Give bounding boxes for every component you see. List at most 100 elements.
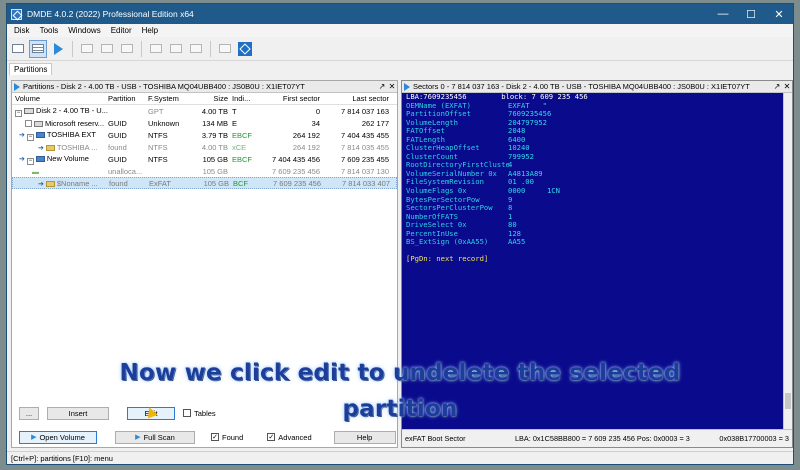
row-indicators: xCE xyxy=(232,142,247,152)
open-volume-button[interactable]: ▶ Open Volume xyxy=(19,430,97,444)
row-last-sector: 7 404 435 455 xyxy=(341,130,389,140)
row-volume: TOSHIBA ... xyxy=(56,142,98,152)
field-row: VolumeLength 204797952 xyxy=(406,118,782,128)
row-partition: GUID xyxy=(108,118,127,128)
tool-button-4[interactable] xyxy=(147,40,165,58)
tool-button-1[interactable] xyxy=(78,40,96,58)
row-volume: Disk 2 - 4.00 TB - U... xyxy=(36,105,108,115)
full-scan-button[interactable]: ▶ Full Scan xyxy=(115,430,195,444)
tutorial-caption-line1: Now we click edit to undelete the select… xyxy=(119,360,681,386)
col-partition[interactable]: Partition xyxy=(108,94,148,103)
row-partition: GUID xyxy=(108,130,127,140)
dmde-logo-icon xyxy=(238,41,252,56)
table-row[interactable]: − Disk 2 - 4.00 TB - U... GPT 4.00 TB T 0… xyxy=(12,105,397,117)
window-title: DMDE 4.0.2 (2022) Professional Edition x… xyxy=(27,9,194,19)
help-button[interactable]: Help xyxy=(333,430,396,444)
row-first-sector: 7 609 235 456 xyxy=(273,178,321,188)
row-volume: Microsoft reserv... xyxy=(45,118,105,128)
row-partition: found xyxy=(108,142,127,152)
arrow-icon: ➔ xyxy=(38,180,44,188)
row-last-sector: 7 814 037 130 xyxy=(341,166,389,176)
col-first-sector[interactable]: First sector xyxy=(262,94,320,103)
found-checkbox-label: Found xyxy=(222,432,244,442)
found-checkbox-box[interactable]: ✓ xyxy=(211,433,219,441)
field-row: BS_ExtSign (0xAA55) AA55 xyxy=(406,238,782,247)
menu-bar: Disk Tools Windows Editor Help xyxy=(7,24,793,37)
row-filesystem: NTFS xyxy=(148,142,168,152)
row-indicators: BCF xyxy=(233,178,248,188)
table-row[interactable]: ➔ − New Volume GUID NTFS 105 GB EBCF 7 404… xyxy=(12,153,397,165)
partitions-panel-title: Partitions - Disk 2 - 4.00 TB - USB - TO… xyxy=(23,82,305,91)
row-size: 4.00 TB xyxy=(201,142,228,152)
sectors-panel-title: Sectors 0 - 7 814 037 163 - Disk 2 - 4.0… xyxy=(413,82,750,91)
col-indicators[interactable]: Indi... xyxy=(228,94,262,103)
open-volume-label: Open Volume xyxy=(39,432,85,442)
maximize-button[interactable]: ☐ xyxy=(737,4,765,24)
row-indicators: T xyxy=(232,106,237,116)
partition-table-header: Volume Partition F.System Size Indi... F… xyxy=(12,93,397,105)
menu-disk[interactable]: Disk xyxy=(9,26,35,35)
volume-icon xyxy=(34,120,43,127)
sector-status-bar: exFAT Boot Sector LBA: 0x1C58BB800 = 7 6… xyxy=(402,429,792,447)
col-size[interactable]: Size xyxy=(193,94,228,103)
toolbar-separator xyxy=(141,40,142,57)
col-filesystem[interactable]: F.System xyxy=(148,94,193,103)
tool-button-2[interactable] xyxy=(98,40,116,58)
table-row[interactable]: ▬ unalloca... 105 GB 7 609 235 456 7 814… xyxy=(12,165,397,177)
lba-position: LBA: 0x1C58BB800 = 7 609 235 456 Pos: 0x… xyxy=(515,434,690,443)
field-row: ClusterHeapOffset 10240 xyxy=(406,144,782,153)
tab-strip: Partitions xyxy=(7,61,793,75)
advanced-checkbox-box[interactable]: ✓ xyxy=(267,433,276,441)
dmde-logo-button[interactable] xyxy=(236,40,254,58)
tool-button-3[interactable] xyxy=(118,40,136,58)
advanced-checkbox-label: Advanced xyxy=(278,432,312,442)
close-panel-icon[interactable]: ✕ xyxy=(782,82,792,91)
table-row[interactable]: ➔ − TOSHIBA EXT GUID NTFS 3.79 TB EBCF 264… xyxy=(12,129,397,141)
tool-button-5[interactable] xyxy=(167,40,185,58)
collapse-icon[interactable]: − xyxy=(26,133,34,141)
play-icon xyxy=(53,42,63,55)
row-filesystem: ExFAT xyxy=(149,178,171,188)
play-icon xyxy=(404,82,410,91)
disk-icon xyxy=(24,107,34,114)
list-icon xyxy=(32,44,44,53)
row-partition: GUID xyxy=(108,154,127,164)
collapse-icon[interactable]: − xyxy=(15,109,22,117)
tool-button-7[interactable] xyxy=(216,40,234,58)
partitions-view-button[interactable] xyxy=(29,39,47,58)
play-button[interactable] xyxy=(49,40,67,58)
toolbar-separator xyxy=(72,40,73,57)
exfat-boot-sector-view[interactable]: LBA:7609235456 block: 7 609 235 456 OEMN… xyxy=(406,92,782,264)
close-panel-icon[interactable]: ✕ xyxy=(387,82,397,91)
found-checkbox[interactable]: ✓ Found xyxy=(211,433,243,442)
row-indicators: EBCF xyxy=(232,130,253,140)
table-row-selected[interactable]: ➔ $Noname ... found ExFAT 105 GB BCF 7 60… xyxy=(12,177,397,189)
volume-icon xyxy=(35,155,45,162)
pin-icon[interactable]: ↗ xyxy=(377,82,387,91)
row-size: 105 GB xyxy=(203,178,229,188)
tool-button-6[interactable] xyxy=(187,40,205,58)
tab-partitions[interactable]: Partitions xyxy=(9,63,53,75)
row-last-sector: 7 814 035 455 xyxy=(341,142,389,152)
sectors-panel: Sectors 0 - 7 814 037 163 - Disk 2 - 4.0… xyxy=(401,80,793,448)
menu-editor[interactable]: Editor xyxy=(106,26,137,35)
col-last-sector[interactable]: Last sector xyxy=(320,94,393,103)
advanced-checkbox[interactable]: ✓ Advanced xyxy=(267,432,312,442)
table-row[interactable]: ➔ TOSHIBA ... found NTFS 4.00 TB xCE 264 … xyxy=(12,141,397,153)
table-row[interactable]: Microsoft reserv... GUID Unknown 134 MB … xyxy=(12,117,397,129)
checkbox-icon[interactable] xyxy=(25,119,32,127)
row-indicators: EBCF xyxy=(232,154,253,164)
full-scan-label: Full Scan xyxy=(143,432,175,442)
pin-icon[interactable]: ↗ xyxy=(772,82,782,91)
chart-icon xyxy=(190,44,202,53)
select-drive-button[interactable] xyxy=(9,40,27,58)
menu-windows[interactable]: Windows xyxy=(63,26,105,35)
minimize-button[interactable]: — xyxy=(709,4,737,24)
toolbar-separator xyxy=(210,40,211,57)
close-button[interactable]: ✕ xyxy=(765,4,793,24)
row-size: 134 MB xyxy=(202,118,228,128)
collapse-icon[interactable]: − xyxy=(26,157,34,165)
menu-help[interactable]: Help xyxy=(137,26,163,35)
col-volume[interactable]: Volume xyxy=(12,94,108,103)
menu-tools[interactable]: Tools xyxy=(35,26,64,35)
